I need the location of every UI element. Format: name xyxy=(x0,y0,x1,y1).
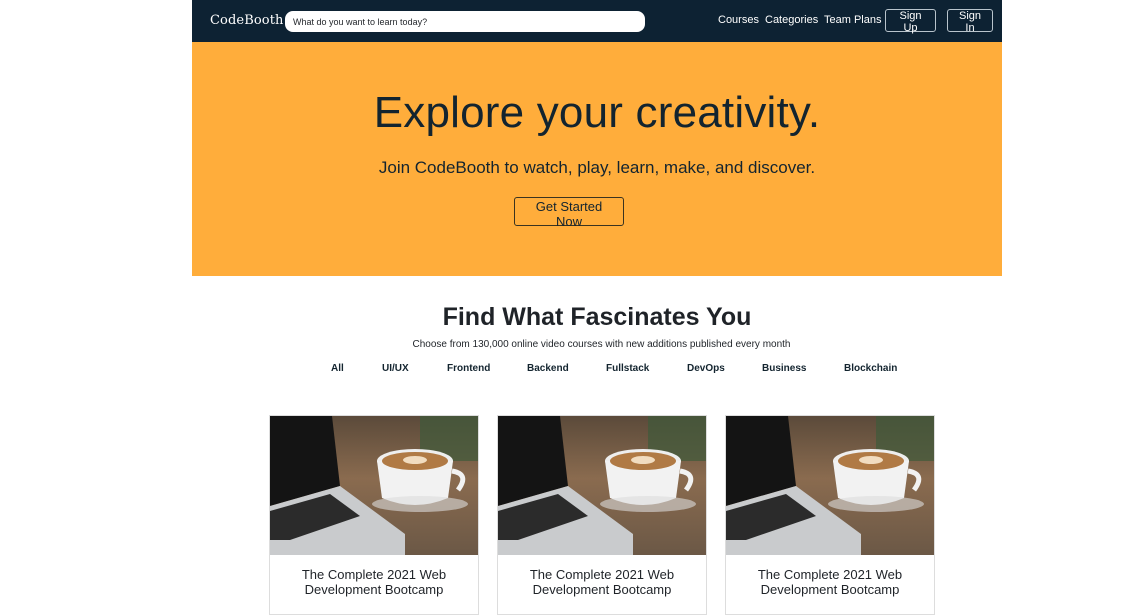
tab-all[interactable]: All xyxy=(331,363,344,374)
section-title: Find What Fascinates You xyxy=(442,303,752,331)
hero-title: Explore your creativity. xyxy=(373,88,821,137)
course-image xyxy=(498,416,706,555)
course-title[interactable]: The Complete 2021 Web Development Bootca… xyxy=(518,567,686,597)
get-started-button[interactable]: Get Started Now xyxy=(514,197,624,229)
course-card[interactable]: The Complete 2021 Web Development Bootca… xyxy=(497,415,707,615)
course-image xyxy=(270,416,478,555)
search-input[interactable] xyxy=(285,11,645,32)
nav-link-courses[interactable]: Courses xyxy=(718,14,759,26)
nav-link-categories[interactable]: Categories xyxy=(765,14,818,26)
tab-frontend[interactable]: Frontend xyxy=(447,363,490,374)
section-subtitle: Choose from 130,000 online video courses… xyxy=(412,339,791,350)
hero-banner: Explore your creativity. Join CodeBooth … xyxy=(192,42,1002,276)
nav-link-team-plans[interactable]: Team Plans xyxy=(824,14,881,26)
sign-in-button[interactable]: Sign In xyxy=(947,9,993,34)
tab-business[interactable]: Business xyxy=(762,363,806,374)
course-card[interactable]: The Complete 2021 Web Development Bootca… xyxy=(725,415,935,615)
brand-logo[interactable]: CodeBooth xyxy=(210,13,284,28)
course-title[interactable]: The Complete 2021 Web Development Bootca… xyxy=(290,567,458,597)
page-container: CodeBooth Courses Categories Team Plans … xyxy=(192,0,1002,276)
course-card[interactable]: The Complete 2021 Web Development Bootca… xyxy=(269,415,479,615)
tab-ui-ux[interactable]: UI/UX xyxy=(382,363,409,374)
tab-backend[interactable]: Backend xyxy=(527,363,569,374)
tab-fullstack[interactable]: Fullstack xyxy=(606,363,649,374)
tab-devops[interactable]: DevOps xyxy=(687,363,725,374)
sign-up-button[interactable]: Sign Up xyxy=(885,9,936,34)
course-title[interactable]: The Complete 2021 Web Development Bootca… xyxy=(746,567,914,597)
tab-blockchain[interactable]: Blockchain xyxy=(844,363,897,374)
top-navbar: CodeBooth Courses Categories Team Plans … xyxy=(192,0,1002,42)
hero-subtitle: Join CodeBooth to watch, play, learn, ma… xyxy=(378,158,816,177)
course-image xyxy=(726,416,934,555)
